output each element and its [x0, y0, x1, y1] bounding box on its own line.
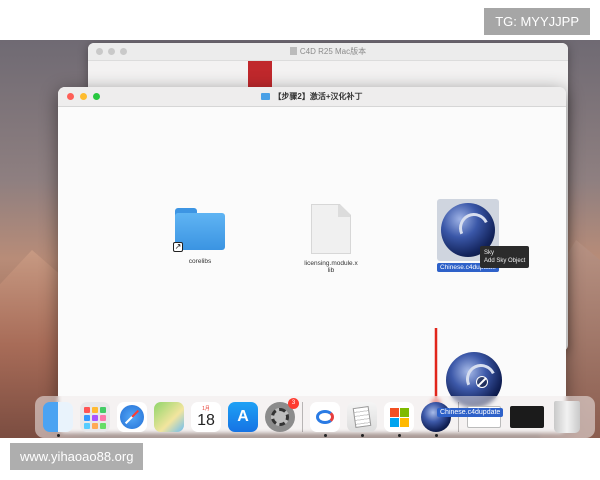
tooltip-subtitle: Add Sky Object: [484, 258, 526, 264]
document-thumbnail-icon[interactable]: [466, 402, 502, 432]
document-icon: [289, 47, 297, 55]
tooltip-title: Sky: [484, 250, 495, 256]
system-settings-icon[interactable]: 3: [265, 398, 299, 432]
launchpad-icon[interactable]: [80, 402, 110, 432]
folder-alias-icon: ↗: [173, 208, 225, 252]
baidu-netdisk-icon[interactable]: [310, 402, 340, 437]
cinema4d-dock-icon[interactable]: [421, 402, 451, 437]
calendar-day: 18: [197, 411, 215, 429]
back-window-titlebar[interactable]: C4D R25 Mac版本: [88, 43, 568, 61]
document-icon: [311, 204, 351, 254]
safari-icon[interactable]: [117, 402, 147, 432]
notification-badge: 3: [288, 398, 299, 409]
alias-arrow-icon: ↗: [173, 242, 183, 252]
file-item-licensing[interactable]: licensing.module.xlib: [296, 204, 366, 274]
file-label: corelibs: [188, 258, 212, 265]
dock-separator: [458, 402, 459, 432]
not-allowed-icon: [476, 376, 488, 388]
app-store-icon[interactable]: A: [228, 402, 258, 432]
dock-separator: [302, 402, 303, 432]
notes-icon[interactable]: [347, 402, 377, 437]
dock: 1月 18 A 3: [35, 396, 595, 438]
microsoft-office-icon[interactable]: [384, 402, 414, 437]
front-window-title: 【步骤2】激活+汉化补丁: [273, 92, 363, 101]
watermark-url: www.yihaoao88.org: [10, 443, 144, 470]
maps-icon[interactable]: [154, 402, 184, 432]
file-item-corelibs[interactable]: ↗ corelibs: [170, 208, 230, 265]
file-label: licensing.module.xlib: [304, 260, 358, 274]
trash-icon[interactable]: [552, 401, 582, 433]
tooltip: Sky Add Sky Object: [480, 246, 530, 268]
calendar-icon[interactable]: 1月 18: [191, 402, 221, 432]
finder-icon[interactable]: [43, 402, 73, 437]
folder-icon: [261, 93, 271, 100]
watermark-telegram: TG: MYYJJPP: [484, 8, 590, 35]
desktop: C4D R25 Mac版本 【步骤2】激活+汉化补丁 ↗ corelibs li…: [0, 40, 600, 438]
terminal-thumbnail-icon[interactable]: [509, 402, 545, 432]
back-window-title: C4D R25 Mac版本: [299, 47, 367, 56]
front-window-titlebar[interactable]: 【步骤2】激活+汉化补丁: [58, 87, 566, 107]
dock-drag-label: Chinese.c4dupdate: [437, 408, 504, 417]
